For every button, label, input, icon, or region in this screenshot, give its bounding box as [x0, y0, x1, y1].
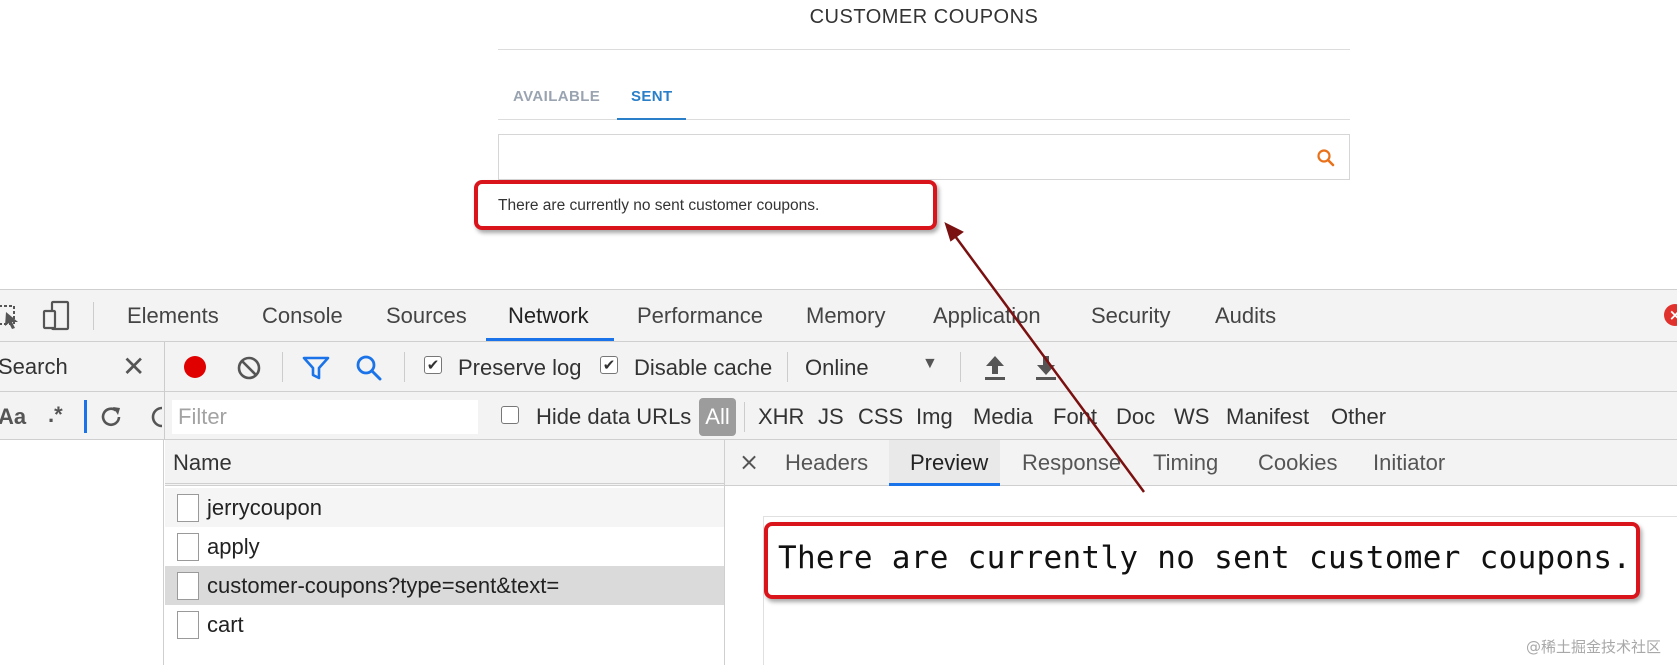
document-icon — [177, 611, 199, 639]
tab-cookies[interactable]: Cookies — [1258, 450, 1337, 476]
export-har-icon[interactable] — [1034, 353, 1058, 381]
close-search-icon[interactable]: ✕ — [122, 350, 145, 383]
tab-response[interactable]: Response — [1022, 450, 1121, 476]
filter-input[interactable] — [172, 400, 478, 434]
document-icon — [177, 572, 199, 600]
tab-security[interactable]: Security — [1091, 303, 1170, 329]
tab-sources[interactable]: Sources — [386, 303, 467, 329]
cancel-search-icon[interactable] — [150, 404, 164, 430]
tab-headers[interactable]: Headers — [785, 450, 868, 476]
type-filter-ws[interactable]: WS — [1174, 404, 1209, 430]
type-filter-xhr[interactable]: XHR — [758, 404, 804, 430]
toolbar-divider — [282, 352, 283, 382]
tab-active-indicator — [486, 338, 614, 341]
filter-icon[interactable] — [302, 355, 330, 381]
disable-cache-checkbox[interactable]: ✔ — [600, 356, 618, 374]
coupon-tabs: AVAILABLE SENT — [498, 80, 1350, 120]
request-name: cart — [207, 612, 244, 637]
tab-active-indicator — [617, 118, 686, 120]
record-icon[interactable] — [182, 354, 208, 380]
hide-data-urls-checkbox[interactable] — [501, 406, 519, 424]
preserve-log-label: Preserve log — [458, 355, 582, 380]
toolbar-divider — [744, 402, 745, 432]
search-network-icon[interactable] — [355, 354, 383, 382]
request-row[interactable]: jerrycoupon — [165, 488, 725, 527]
type-filter-all[interactable]: All — [699, 398, 736, 436]
match-case-toggle[interactable]: Aa — [0, 404, 26, 430]
name-column-label: Name — [173, 450, 232, 475]
toolbar-divider — [93, 302, 94, 330]
search-icon — [1317, 149, 1335, 167]
device-toolbar-icon[interactable] — [42, 300, 72, 332]
tab-timing[interactable]: Timing — [1153, 450, 1218, 476]
regex-toggle[interactable]: .* — [48, 402, 63, 428]
request-name: apply — [207, 534, 260, 559]
request-name: jerrycoupon — [207, 495, 322, 520]
type-filter-doc[interactable]: Doc — [1116, 404, 1155, 430]
throttling-select[interactable]: Online — [805, 355, 869, 381]
pane-divider — [164, 392, 165, 440]
highlight-box-page — [474, 180, 937, 230]
network-toolbar: Search ✕ ✔ Preserve log ✔ Disable cache … — [0, 342, 1677, 392]
tab-available[interactable]: AVAILABLE — [513, 88, 600, 105]
close-devtools-icon[interactable]: × — [1664, 304, 1677, 326]
type-filter-media[interactable]: Media — [973, 404, 1033, 430]
close-detail-icon[interactable]: × — [739, 448, 759, 476]
hide-data-urls-label: Hide data URLs — [536, 404, 692, 429]
tab-console[interactable]: Console — [262, 303, 343, 329]
highlight-box-preview — [764, 522, 1640, 599]
toolbar-divider — [960, 352, 961, 382]
search-pane-cursor — [84, 400, 87, 433]
tab-audits[interactable]: Audits — [1215, 303, 1276, 329]
clear-icon[interactable] — [236, 355, 262, 381]
network-filterbar: Aa .* Hide data URLs All XHR JS CSS Img … — [0, 392, 1677, 440]
chevron-down-icon[interactable]: ▼ — [922, 355, 938, 373]
pane-divider — [164, 342, 165, 392]
type-filter-other[interactable]: Other — [1331, 404, 1386, 430]
request-row[interactable]: apply — [165, 527, 725, 566]
request-row-selected[interactable]: customer-coupons?type=sent&text= — [165, 566, 725, 605]
coupon-search-input[interactable] — [498, 134, 1350, 180]
tab-network[interactable]: Network — [508, 303, 589, 329]
requests-name-header[interactable]: Name — [165, 440, 725, 486]
toolbar-divider — [404, 352, 405, 382]
document-icon — [177, 494, 199, 522]
tab-performance[interactable]: Performance — [637, 303, 763, 329]
type-filter-font[interactable]: Font — [1053, 404, 1097, 430]
preserve-log-checkbox[interactable]: ✔ — [424, 356, 442, 374]
devtools-tabbar: Elements Console Sources Network Perform… — [0, 290, 1677, 342]
tab-elements[interactable]: Elements — [127, 303, 219, 329]
devtools-panel: Elements Console Sources Network Perform… — [0, 289, 1677, 665]
refresh-icon[interactable] — [98, 404, 124, 430]
title-divider — [498, 49, 1350, 50]
tab-sent[interactable]: SENT — [631, 88, 673, 105]
type-filter-css[interactable]: CSS — [858, 404, 903, 430]
request-detail-tabs: × Headers Preview Response Timing Cookie… — [725, 440, 1677, 486]
disable-cache-label: Disable cache — [634, 355, 773, 380]
inspect-element-icon[interactable] — [0, 302, 24, 330]
request-name: customer-coupons?type=sent&text= — [207, 573, 560, 598]
search-results-pane — [0, 440, 164, 665]
watermark-text: @稀土掘金技术社区 — [1525, 638, 1661, 656]
tab-memory[interactable]: Memory — [806, 303, 885, 329]
import-har-icon[interactable] — [983, 353, 1007, 381]
tab-initiator[interactable]: Initiator — [1373, 450, 1445, 476]
toolbar-divider — [787, 352, 788, 382]
detail-tab-active-indicator — [889, 483, 1000, 486]
search-button[interactable] — [1315, 147, 1337, 169]
request-row[interactable]: cart — [165, 605, 725, 644]
tab-preview[interactable]: Preview — [910, 450, 988, 476]
page-title: CUSTOMER COUPONS — [809, 6, 1039, 28]
type-filter-img[interactable]: Img — [916, 404, 953, 430]
document-icon — [177, 533, 199, 561]
type-filter-js[interactable]: JS — [818, 404, 844, 430]
search-pane-label: Search — [0, 354, 68, 379]
type-filter-manifest[interactable]: Manifest — [1226, 404, 1309, 430]
tab-application[interactable]: Application — [933, 303, 1041, 329]
